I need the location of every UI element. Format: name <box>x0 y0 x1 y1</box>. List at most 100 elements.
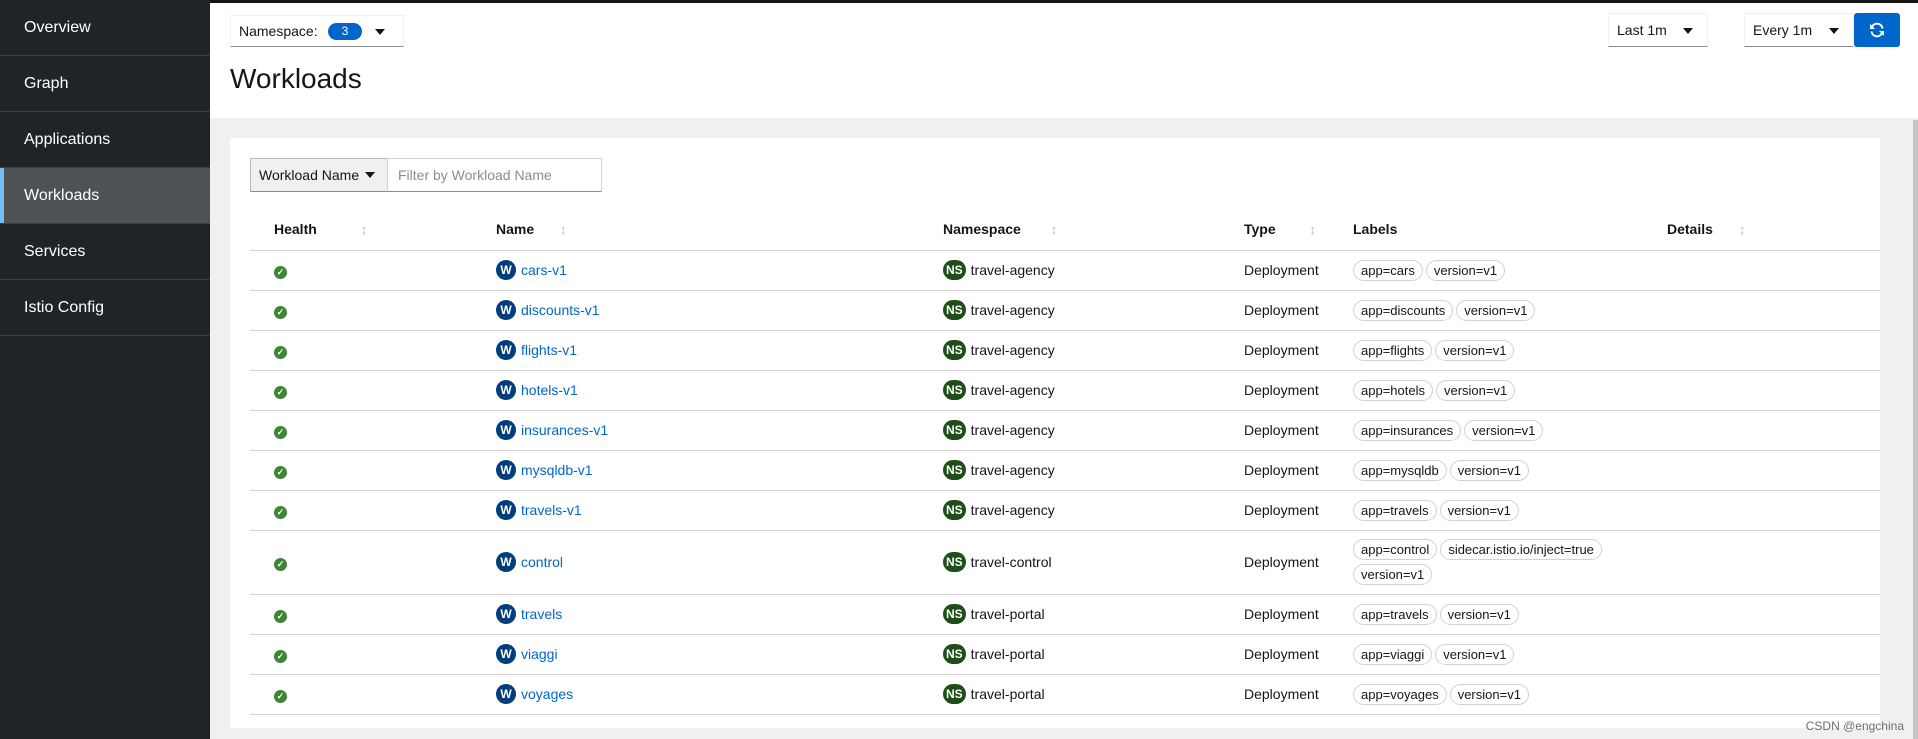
refresh-button[interactable] <box>1854 13 1900 47</box>
sidebar-item-workloads[interactable]: Workloads <box>0 168 210 224</box>
filter-type-value: Workload Name <box>259 167 360 183</box>
name-cell: Whotels-v1 <box>496 370 943 411</box>
caret-down-icon <box>1829 28 1839 34</box>
table-row: ✓ Wcars-v1 NS travel-agency Deployment ap… <box>250 250 1880 291</box>
sort-icon[interactable]: ↕ <box>1739 222 1746 237</box>
health-ok-icon[interactable]: ✓ <box>274 465 287 479</box>
namespace-badge: NS <box>943 644 966 664</box>
column-header-name[interactable]: Name ↕ <box>496 208 943 251</box>
label-chip: version=v1 <box>1449 459 1529 481</box>
health-ok-icon[interactable]: ✓ <box>274 385 287 399</box>
label-chip: version=v1 <box>1456 299 1536 321</box>
namespace-cell: NS travel-portal <box>943 674 1244 715</box>
sidebar-item-services[interactable]: Services <box>0 224 210 280</box>
table-row: ✓ Wflights-v1 NS travel-agency Deployment… <box>250 330 1880 371</box>
label-chip: app=control <box>1353 539 1438 560</box>
type-cell: Deployment <box>1244 370 1353 411</box>
workload-link[interactable]: flights-v1 <box>521 342 577 358</box>
label-chip: app=travels <box>1353 499 1437 521</box>
workload-link[interactable]: travels-v1 <box>521 502 582 518</box>
column-header-health[interactable]: Health ↕ <box>250 208 496 251</box>
health-ok-icon[interactable]: ✓ <box>274 649 287 663</box>
labels-cell: app=voyages version=v1 <box>1353 674 1667 715</box>
table-header-row: Health ↕ Name ↕ Namespace ↕ Type ↕ Label… <box>250 208 1880 251</box>
column-header-namespace[interactable]: Namespace ↕ <box>943 208 1244 251</box>
workload-link[interactable]: discounts-v1 <box>521 302 600 318</box>
label-chip: app=insurances <box>1353 419 1462 441</box>
namespace-cell: NS travel-portal <box>943 594 1244 635</box>
labels-cell: app=control sidecar.istio.io/inject=true v… <box>1353 530 1667 595</box>
column-header-type[interactable]: Type ↕ <box>1244 208 1353 251</box>
sort-icon[interactable]: ↕ <box>1310 222 1317 237</box>
label-chip: version=v1 <box>1439 499 1519 521</box>
column-header-details[interactable]: Details ↕ <box>1667 208 1880 251</box>
filter-type-dropdown[interactable]: Workload Name <box>250 158 388 192</box>
type-cell: Deployment <box>1244 530 1353 595</box>
workload-link[interactable]: voyages <box>521 686 573 702</box>
workload-link[interactable]: insurances-v1 <box>521 422 608 438</box>
workload-badge: W <box>496 420 516 440</box>
details-cell <box>1667 490 1880 531</box>
caret-down-icon <box>365 172 376 178</box>
filter-input[interactable] <box>387 158 602 192</box>
health-ok-icon[interactable]: ✓ <box>274 305 287 319</box>
health-ok-icon[interactable]: ✓ <box>274 265 287 279</box>
labels-cell: app=flights version=v1 <box>1353 330 1667 371</box>
namespace-value: travel-agency <box>970 302 1055 318</box>
namespace-value: travel-agency <box>970 342 1055 358</box>
name-cell: Wmysqldb-v1 <box>496 450 943 491</box>
table-row: ✓ Wdiscounts-v1 NS travel-agency Deployme… <box>250 290 1880 331</box>
health-cell: ✓ <box>250 450 496 491</box>
workload-link[interactable]: hotels-v1 <box>521 382 578 398</box>
namespace-badge: NS <box>943 380 966 400</box>
health-ok-icon[interactable]: ✓ <box>274 689 287 703</box>
namespace-selector[interactable]: Namespace: 3 <box>230 15 404 47</box>
namespace-value: travel-portal <box>970 686 1045 702</box>
duration-dropdown[interactable]: Last 1m <box>1608 13 1708 47</box>
labels-cell: app=travels version=v1 <box>1353 594 1667 635</box>
workloads-table: Health ↕ Name ↕ Namespace ↕ Type ↕ Label… <box>250 208 1880 715</box>
namespace-value: travel-agency <box>970 462 1055 478</box>
namespace-badge: NS <box>943 552 966 572</box>
label-chip: version=v1 <box>1449 683 1529 705</box>
details-cell <box>1667 530 1880 595</box>
namespace-label: Namespace: <box>239 23 318 39</box>
workload-badge: W <box>496 552 516 572</box>
namespace-badge: NS <box>943 300 966 320</box>
health-ok-icon[interactable]: ✓ <box>274 345 287 359</box>
health-ok-icon[interactable]: ✓ <box>274 609 287 623</box>
sidebar-item-overview[interactable]: Overview <box>0 0 210 56</box>
namespace-value: travel-agency <box>970 262 1055 278</box>
sidebar-item-applications[interactable]: Applications <box>0 112 210 168</box>
type-cell: Deployment <box>1244 330 1353 371</box>
workload-link[interactable]: cars-v1 <box>521 262 567 278</box>
workload-link[interactable]: control <box>521 554 563 570</box>
namespace-badge: NS <box>943 340 966 360</box>
health-ok-icon[interactable]: ✓ <box>274 505 287 519</box>
workload-link[interactable]: travels <box>521 606 562 622</box>
scrollbar[interactable] <box>1913 120 1918 739</box>
table-row: ✓ Wviaggi NS travel-portal Deployment app… <box>250 634 1880 675</box>
workload-link[interactable]: mysqldb-v1 <box>521 462 593 478</box>
details-cell <box>1667 410 1880 451</box>
workload-badge: W <box>496 460 516 480</box>
page-title: Workloads <box>230 63 362 94</box>
health-cell: ✓ <box>250 410 496 451</box>
sort-icon[interactable]: ↕ <box>560 222 567 237</box>
details-cell <box>1667 290 1880 331</box>
caret-down-icon <box>1683 28 1693 34</box>
sort-icon[interactable]: ↕ <box>1051 222 1058 237</box>
table-row: ✓ Whotels-v1 NS travel-agency Deployment … <box>250 370 1880 411</box>
sort-icon[interactable]: ↕ <box>361 222 368 237</box>
refresh-interval-dropdown[interactable]: Every 1m <box>1744 13 1854 47</box>
sidebar-nav: Overview Graph Applications Workloads Se… <box>0 0 210 739</box>
namespace-cell: NS travel-agency <box>943 290 1244 331</box>
label-chip: app=hotels <box>1353 379 1433 401</box>
health-ok-icon[interactable]: ✓ <box>274 557 287 571</box>
sidebar-item-istio-config[interactable]: Istio Config <box>0 280 210 336</box>
workload-link[interactable]: viaggi <box>521 646 558 662</box>
health-ok-icon[interactable]: ✓ <box>274 425 287 439</box>
sidebar-item-graph[interactable]: Graph <box>0 56 210 112</box>
label-chip: version=v1 <box>1435 379 1516 401</box>
namespace-cell: NS travel-agency <box>943 330 1244 371</box>
